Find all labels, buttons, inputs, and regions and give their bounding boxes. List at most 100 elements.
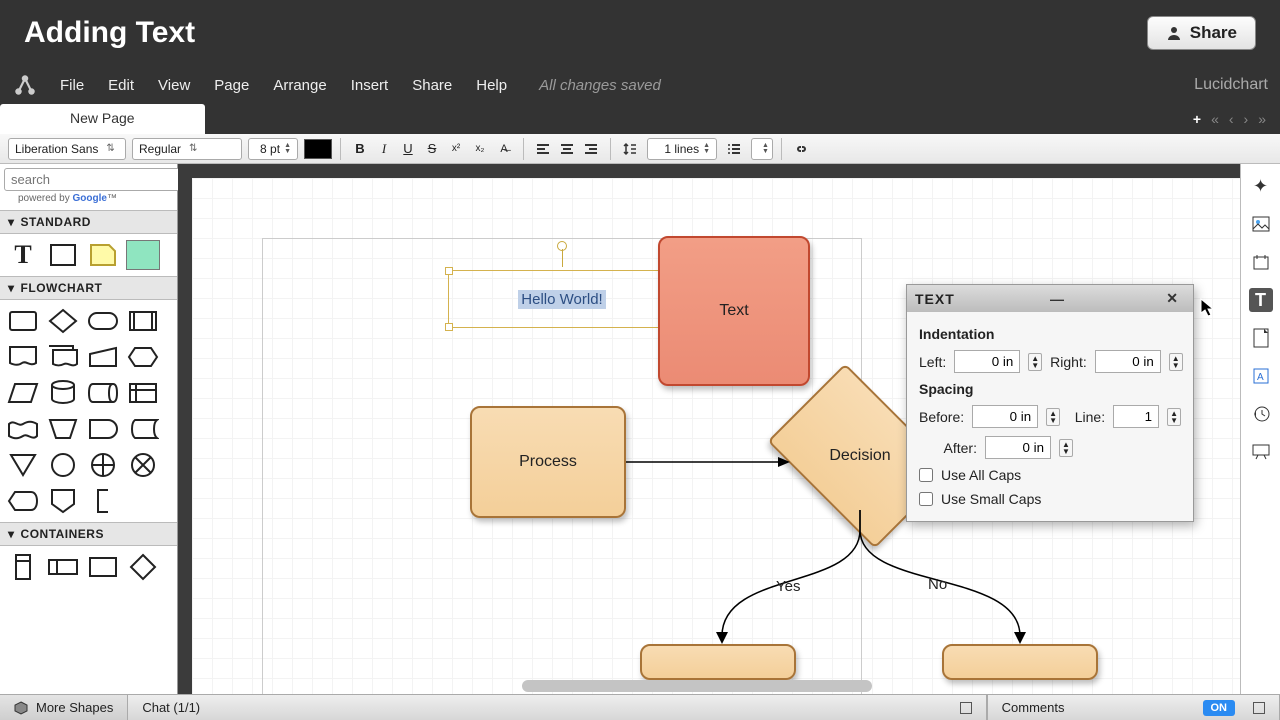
menu-page[interactable]: Page — [204, 73, 259, 98]
resize-handle[interactable] — [445, 267, 453, 275]
allcaps-checkbox[interactable] — [919, 468, 933, 482]
subscript-ript-button[interactable]: x₂ — [469, 138, 491, 160]
allcaps-checkbox-row[interactable]: Use All Caps — [919, 467, 1181, 483]
panel-minimize-icon[interactable]: — — [1044, 291, 1071, 307]
canvas-horizontal-scrollbar[interactable] — [522, 680, 872, 692]
shape-swimlane-h[interactable] — [46, 552, 80, 582]
shape-stored-data[interactable] — [126, 414, 160, 444]
shape-manual-op[interactable] — [46, 414, 80, 444]
text-box-content[interactable]: Hello World! — [518, 290, 605, 309]
shape-connector[interactable] — [46, 450, 80, 480]
menu-view[interactable]: View — [148, 73, 200, 98]
shape-database[interactable] — [46, 378, 80, 408]
shape-predefined[interactable] — [126, 306, 160, 336]
shape-display[interactable] — [6, 486, 40, 516]
menu-arrange[interactable]: Arrange — [263, 73, 336, 98]
menu-help[interactable]: Help — [466, 73, 517, 98]
line-spacing-icon[interactable] — [619, 138, 641, 160]
shape-note[interactable] — [86, 240, 120, 270]
clear-format-button[interactable]: A̶ — [493, 138, 515, 160]
bold-button[interactable]: B — [349, 138, 371, 160]
shape-sum[interactable] — [126, 450, 160, 480]
share-button[interactable]: Share — [1147, 16, 1256, 50]
spacing-after-input[interactable] — [985, 436, 1051, 459]
shape-offpage[interactable] — [46, 486, 80, 516]
tab-page-1[interactable]: New Page — [0, 104, 205, 134]
panel-close-icon[interactable]: ✕ — [1160, 290, 1185, 307]
comments-bar[interactable]: Comments ON — [987, 695, 1280, 720]
menu-file[interactable]: File — [50, 73, 94, 98]
page-settings-icon[interactable] — [1249, 250, 1273, 274]
navigator-icon[interactable]: ✦ — [1249, 174, 1273, 198]
presentation-icon[interactable] — [1249, 440, 1273, 464]
section-containers-header[interactable]: ▾CONTAINERS — [0, 522, 177, 546]
font-size-input[interactable]: 8 pt▲▼ — [248, 138, 298, 160]
shape-note-left[interactable] — [86, 486, 120, 516]
shape-document[interactable] — [6, 342, 40, 372]
section-flowchart-header[interactable]: ▾FLOWCHART — [0, 276, 177, 300]
font-weight-select[interactable]: Regular⇅ — [132, 138, 242, 160]
text-box-selected[interactable]: Hello World! — [448, 270, 676, 328]
history-icon[interactable] — [1249, 402, 1273, 426]
shape-text[interactable]: T — [6, 240, 40, 270]
menu-insert[interactable]: Insert — [341, 73, 399, 98]
indent-left-input[interactable] — [954, 350, 1020, 373]
shape-multidoc[interactable] — [46, 342, 80, 372]
shape-diamond-container[interactable] — [126, 552, 160, 582]
text-properties-panel[interactable]: TEXT — ✕ Indentation Left: ▲▼ Right: ▲▼ … — [906, 284, 1194, 522]
tab-nav-next-icon[interactable]: › — [1244, 111, 1249, 127]
shape-internal-storage[interactable] — [126, 378, 160, 408]
stepper-icon[interactable]: ▲▼ — [1169, 353, 1183, 371]
smallcaps-checkbox-row[interactable]: Use Small Caps — [919, 491, 1181, 507]
superscript-button[interactable]: x² — [445, 138, 467, 160]
edge-decision-no[interactable] — [852, 510, 1240, 650]
stepper-icon[interactable]: ▲▼ — [703, 143, 710, 155]
resize-handle[interactable] — [445, 323, 453, 331]
node-process[interactable]: Process — [470, 406, 626, 518]
tab-nav-first-icon[interactable]: « — [1211, 111, 1219, 127]
align-center-button[interactable] — [556, 138, 578, 160]
shape-paper-tape[interactable] — [6, 414, 40, 444]
underline-button[interactable]: U — [397, 138, 419, 160]
shape-hotspot[interactable] — [126, 240, 160, 270]
smallcaps-checkbox[interactable] — [919, 492, 933, 506]
spacing-before-input[interactable] — [972, 405, 1038, 428]
master-page-icon[interactable] — [1249, 326, 1273, 350]
stepper-icon[interactable]: ▲▼ — [1167, 408, 1181, 426]
stepper-icon[interactable]: ▲▼ — [284, 143, 291, 155]
app-logo-icon[interactable] — [12, 72, 38, 98]
node-result-2[interactable] — [942, 644, 1098, 680]
image-icon[interactable] — [1249, 212, 1273, 236]
edge-label-yes[interactable]: Yes — [776, 578, 800, 595]
stepper-icon[interactable]: ▲▼ — [1028, 353, 1042, 371]
shape-block[interactable] — [46, 240, 80, 270]
shape-swimlane-v[interactable] — [6, 552, 40, 582]
shape-rect-container[interactable] — [86, 552, 120, 582]
node-result-1[interactable] — [640, 644, 796, 680]
link-button[interactable] — [790, 138, 812, 160]
node-text-box[interactable]: Text — [658, 236, 810, 386]
indent-right-input[interactable] — [1095, 350, 1161, 373]
panel-titlebar[interactable]: TEXT — ✕ — [907, 285, 1193, 312]
align-right-button[interactable] — [580, 138, 602, 160]
tab-nav-prev-icon[interactable]: ‹ — [1229, 111, 1234, 127]
stepper-icon[interactable]: ▲▼ — [1059, 439, 1073, 457]
menu-share[interactable]: Share — [402, 73, 462, 98]
shape-preparation[interactable] — [126, 342, 160, 372]
shape-terminator[interactable] — [86, 306, 120, 336]
comments-toggle[interactable]: ON — [1203, 700, 1236, 716]
shape-manual-input[interactable] — [86, 342, 120, 372]
shape-direct-data[interactable] — [86, 378, 120, 408]
document-title[interactable]: Adding Text — [24, 16, 195, 50]
section-standard-header[interactable]: ▾STANDARD — [0, 210, 177, 234]
shape-or[interactable] — [86, 450, 120, 480]
shape-delay[interactable] — [86, 414, 120, 444]
expand-comments-icon[interactable] — [1253, 702, 1265, 714]
shape-process[interactable] — [6, 306, 40, 336]
list-button[interactable] — [723, 138, 745, 160]
shape-merge[interactable] — [6, 450, 40, 480]
align-left-button[interactable] — [532, 138, 554, 160]
chat-bar[interactable]: Chat (1/1) — [128, 695, 986, 720]
tab-nav-last-icon[interactable]: » — [1258, 111, 1266, 127]
font-family-select[interactable]: Liberation Sans⇅ — [8, 138, 126, 160]
